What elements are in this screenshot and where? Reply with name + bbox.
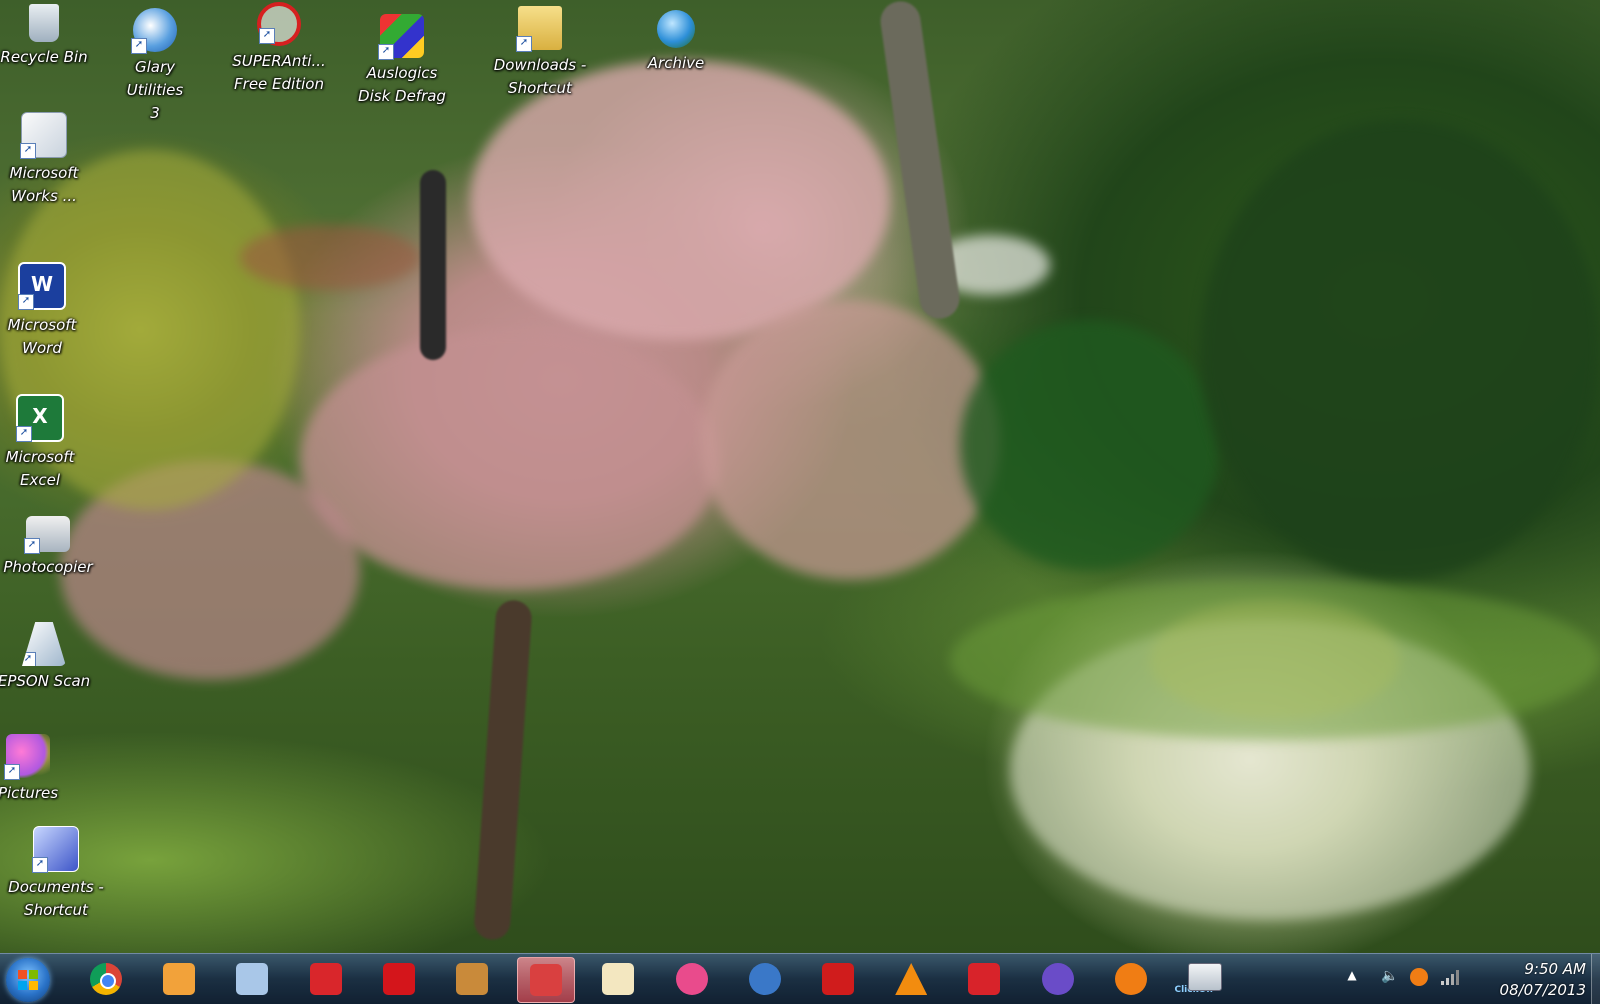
desktop-wallpaper — [0, 0, 1600, 953]
taskbar-button-mail[interactable] — [590, 957, 646, 1001]
taskbar-button-vlc[interactable] — [883, 957, 939, 1001]
shortcut-arrow-icon: ➚ — [378, 44, 394, 60]
shortcut-arrow-icon: ➚ — [4, 764, 20, 780]
taskbar: ClickOff ▲ 🔈 9:50 AM 08/07/2013 — [0, 953, 1600, 1004]
downloads-folder-icon: ➚ — [516, 6, 562, 52]
mail-envelope-icon — [602, 963, 635, 995]
desktop-icon-label: Microsoft Excel — [5, 448, 75, 489]
desktop-icon-label: Microsoft Word — [7, 316, 77, 357]
desktop-icon-microsoft-works[interactable]: ➚ Microsoft Works ... — [0, 112, 94, 208]
clock-time: 9:50 AM — [1524, 960, 1586, 978]
shortcut-arrow-icon: ➚ — [32, 857, 48, 873]
taskbar-button-adobe-reader[interactable] — [810, 957, 866, 1001]
taskbar-button-paint-splat[interactable] — [371, 957, 427, 1001]
up-triangle-icon[interactable]: ▲ — [1342, 968, 1362, 988]
taskbar-button-balloon-app[interactable] — [664, 957, 720, 1001]
taskbar-button-media-ring[interactable] — [1030, 957, 1086, 1001]
signal-bars-icon[interactable] — [1440, 968, 1460, 988]
shortcut-arrow-icon: ➚ — [259, 28, 275, 44]
desktop-icon-archive[interactable]: Archive — [626, 10, 726, 75]
clickoff-ok-icon — [1188, 963, 1222, 991]
show-desktop-button[interactable] — [1591, 954, 1600, 1004]
desktop-icon-label: Recycle Bin — [0, 48, 88, 66]
shortcut-arrow-icon: ➚ — [131, 38, 147, 54]
colour-ring-icon — [1041, 963, 1074, 995]
shortcut-arrow-icon: ➚ — [24, 538, 40, 554]
desktop-icon-glary-utilities[interactable]: ➚ Glary Utilities 3 — [105, 8, 205, 125]
desktop-icon-label: Glary Utilities 3 — [126, 58, 184, 122]
desktop-icon-label: Archive — [647, 54, 705, 72]
desktop-icon-label: Downloads - Shortcut — [493, 56, 587, 97]
archive-globe-icon — [657, 10, 695, 48]
desktop-icon-documents[interactable]: ➚ Documents - Shortcut — [6, 826, 106, 922]
desktop-icon-label: SUPERAnti... Free Edition — [232, 52, 326, 93]
desktop-icon-label: Auslogics Disk Defrag — [358, 64, 446, 105]
desktop-icon-microsoft-word[interactable]: W ➚ Microsoft Word — [0, 262, 92, 360]
desktop-icon-label: Microsoft Works ... — [9, 164, 79, 205]
paint-splat-icon — [382, 963, 415, 995]
clock[interactable]: 9:50 AM 08/07/2013 — [1466, 959, 1586, 1001]
taskbar-button-windows-live[interactable] — [151, 957, 207, 1001]
s-circle-icon — [748, 963, 781, 995]
taskbar-button-s-app[interactable] — [737, 957, 793, 1001]
desktop-icon-recycle-bin[interactable]: Recycle Bin — [0, 4, 94, 69]
taskbar-button-fastone-capture[interactable] — [298, 957, 354, 1001]
taskbar-button-clickoff[interactable]: ClickOff — [1174, 957, 1232, 1001]
desktop-icon-downloads[interactable]: ➚ Downloads - Shortcut — [490, 6, 590, 100]
taskbar-button-notepad[interactable] — [224, 957, 280, 1001]
desktop-icon-pictures[interactable]: ➚ Pictures — [0, 734, 78, 805]
desktop-icon-label: EPSON Scan — [0, 672, 91, 690]
shield-app-icon — [968, 963, 1001, 995]
clock-date: 08/07/2013 — [1499, 981, 1586, 999]
desktop-icon-label: Photocopier — [3, 558, 93, 576]
windows-live-butterfly-icon — [163, 963, 196, 995]
desktop-icon-photocopier[interactable]: ➚ Photocopier — [0, 516, 98, 579]
vlc-cone-icon — [895, 963, 928, 995]
shortcut-arrow-icon: ➚ — [22, 652, 36, 666]
taskbar-button-snipping-tool[interactable] — [517, 957, 576, 1003]
desktop-icon-superantispyware[interactable]: ➚ SUPERAnti... Free Edition — [229, 2, 329, 96]
windows-start-icon — [18, 970, 38, 990]
shortcut-arrow-icon: ➚ — [20, 143, 36, 159]
shortcut-arrow-icon: ➚ — [516, 36, 532, 52]
paint-palette-icon — [456, 963, 488, 995]
system-tray: ▲ 🔈 9:50 AM 08/07/2013 — [1310, 954, 1600, 1004]
taskbar-button-security-app[interactable] — [956, 957, 1012, 1001]
avast-icon — [1114, 963, 1147, 995]
taskbar-button-avast[interactable] — [1103, 957, 1159, 1001]
taskbar-button-chrome[interactable] — [78, 957, 134, 1001]
photocopier-icon: ➚ — [24, 516, 70, 554]
microsoft-word-icon: W ➚ — [18, 262, 66, 310]
start-button[interactable] — [6, 958, 50, 1002]
pictures-butterfly-icon: ➚ — [4, 734, 50, 780]
hot-air-balloon-icon — [675, 963, 708, 995]
documents-icon: ➚ — [32, 826, 79, 873]
speaker-icon[interactable]: 🔈 — [1380, 968, 1400, 988]
microsoft-excel-icon: X ➚ — [16, 394, 64, 442]
desktop-icon-label: Documents - Shortcut — [8, 878, 104, 919]
auslogics-defrag-icon: ➚ — [378, 14, 424, 60]
notepad-icon — [236, 963, 269, 995]
desktop-icon-epson-scan[interactable]: ➚ EPSON Scan — [0, 622, 94, 693]
shortcut-arrow-icon: ➚ — [18, 294, 34, 310]
taskbar-button-paint-palette[interactable] — [444, 957, 500, 1001]
adobe-reader-icon — [822, 963, 854, 995]
shortcut-arrow-icon: ➚ — [16, 426, 32, 442]
microsoft-works-icon: ➚ — [20, 112, 67, 159]
superantispyware-icon: ➚ — [257, 2, 301, 46]
glary-utilities-icon: ➚ — [131, 8, 177, 54]
recycle-bin-icon — [29, 4, 59, 42]
chrome-icon — [90, 963, 122, 995]
snipping-tool-icon — [530, 964, 563, 996]
epson-scan-icon: ➚ — [22, 622, 66, 666]
orange-circle-icon[interactable] — [1410, 968, 1428, 986]
desktop-icon-microsoft-excel[interactable]: X ➚ Microsoft Excel — [0, 394, 90, 492]
desktop-icon-label: Pictures — [0, 784, 59, 802]
fastone-capture-icon — [309, 963, 342, 995]
desktop-icon-auslogics[interactable]: ➚ Auslogics Disk Defrag — [352, 14, 452, 108]
